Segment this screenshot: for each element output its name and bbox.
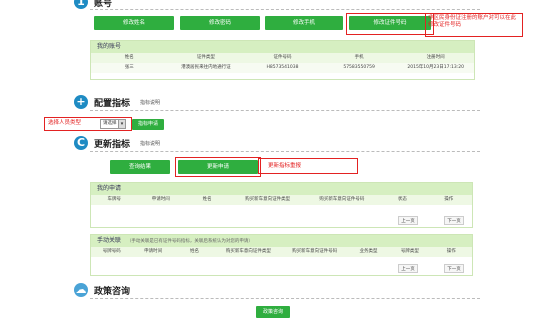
update-section-title: C 更新指标 指标说明 [74,135,160,151]
policy-consult-button[interactable]: 政策咨询 [256,306,290,318]
account-title: 账号 [94,0,113,9]
divider [90,151,480,152]
column-header: 购买新车意向证件号码 [319,197,365,202]
table-header: 车牌号 申请时间 姓名 购买新车意向证件类型 购买新车意向证件号码 状态 操作 [91,195,472,205]
column-header: 申请时间 [144,249,163,254]
column-header: 业务类型 [359,249,378,254]
update-title: 更新指标 [94,139,131,150]
table-cell: 2015年10月23日17:13:20 [407,65,464,70]
column-header: 姓名 [124,55,134,60]
panel-title: 我的申请 [91,183,472,195]
table-row: 张三 港澳居民来往内地通行证 H8573541038 57583550759 2… [91,63,474,73]
table-cell: H8573541038 [266,65,299,70]
column-header: 姓名 [190,249,200,254]
manual-link-title: 手动关联 [97,237,122,244]
column-header: 号牌号码 [102,249,121,254]
column-header: 状态 [397,197,407,202]
column-header: 申请时间 [151,197,170,202]
cloud-icon: ☁ [74,283,88,297]
column-header: 购买新车意向证件类型 [225,249,271,254]
table-header: 姓名 证件类型 证件号码 手机 注册时间 [91,53,474,63]
id-button-highlight [346,13,434,35]
column-header: 车牌号 [107,197,121,202]
plus-icon: + [74,95,88,109]
column-header: 姓名 [202,197,212,202]
prev-page-button[interactable]: 上一页 [398,264,418,273]
select-value: 请选择 [103,121,117,126]
table-cell: 港澳居民来往内地通行证 [181,65,231,70]
divider [90,298,480,299]
column-header: 操作 [444,197,454,202]
config-title: 配置指标 [94,98,131,109]
page: 1 账号 修改姓名 修改密码 修改手机 修改证件号码 非区民身份证注册的账户对可… [0,0,540,320]
column-header: 号牌类型 [400,249,419,254]
column-header: 注册时间 [426,55,445,60]
policy-section-title: ☁ 政策咨询 [74,282,130,298]
policy-title: 政策咨询 [94,286,131,297]
config-section-title: + 配置指标 指标说明 [74,94,160,110]
divider [90,9,480,10]
panel-title: 我的账号 [91,41,474,53]
table-cell: 张三 [124,65,134,70]
account-annotation: 非区民身份证注册的账户对可以在此修改证件号码 [428,15,517,28]
config-info-link[interactable]: 指标说明 [140,99,160,106]
next-page-button[interactable]: 下一页 [444,216,464,225]
column-header: 手机 [354,55,364,60]
column-header: 购买新车意向证件类型 [245,197,291,202]
section-number-icon: C [74,136,88,150]
apply-indicator-button[interactable]: 指标申请 [132,119,164,130]
chevron-down-icon[interactable]: ▾ [118,120,125,128]
table-cell: 57583550759 [343,65,375,70]
next-page-button[interactable]: 下一页 [444,264,464,273]
update-info-link[interactable]: 指标说明 [140,140,160,147]
column-header: 证件号码 [273,55,292,60]
query-result-button[interactable]: 查询结果 [110,160,170,174]
column-header: 操作 [446,249,456,254]
manual-link-note: （手动关联是已有证件号码指标，关联后系统认为对您的申请） [126,239,253,244]
edit-password-button[interactable]: 修改密码 [180,16,260,30]
divider [90,110,480,111]
table-header: 号牌号码 申请时间 姓名 购买新车意向证件类型 购买新车意向证件号码 业务类型 … [91,247,472,257]
column-header: 购买新车意向证件号码 [292,249,338,254]
prev-page-button[interactable]: 上一页 [398,216,418,225]
edit-phone-button[interactable]: 修改手机 [265,16,343,30]
config-annotation: 选择人员类型 [48,120,82,126]
panel-title: 手动关联 （手动关联是已有证件号码指标，关联后系统认为对您的申请） [91,235,472,247]
section-number-icon: 1 [74,0,88,9]
edit-name-button[interactable]: 修改姓名 [94,16,174,30]
my-account-panel: 我的账号 姓名 证件类型 证件号码 手机 注册时间 张三 港澳居民来往内地通行证… [90,40,475,80]
update-annotation: 更新指标重报 [268,163,302,169]
update-button-highlight [175,157,261,177]
column-header: 证件类型 [196,55,215,60]
